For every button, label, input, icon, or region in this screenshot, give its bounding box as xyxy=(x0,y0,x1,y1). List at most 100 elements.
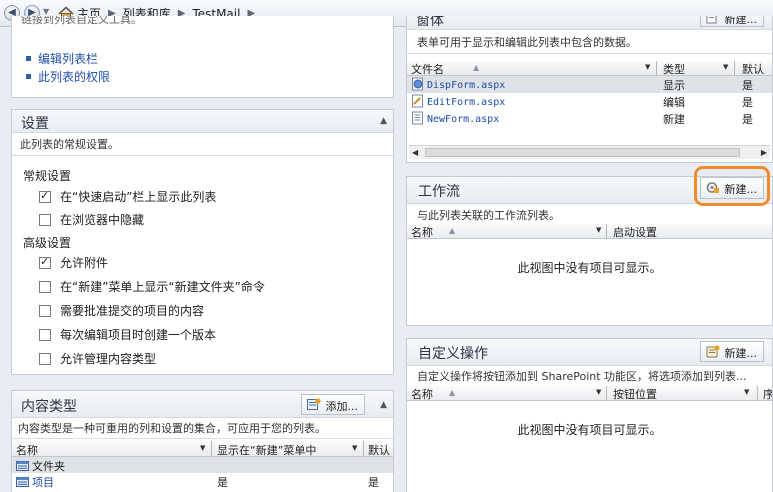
option-label: 在“快速启动”栏上显示此列表 xyxy=(60,190,217,204)
option-hide-browser[interactable]: 在浏览器中隐藏 xyxy=(39,211,144,228)
table-row[interactable]: EditForm.aspx 编辑 是 xyxy=(407,93,772,110)
column-dropdown-icon[interactable]: ▼ xyxy=(744,388,749,396)
option-label: 每次编辑项目时创建一个版本 xyxy=(60,328,217,342)
content-type-cell[interactable]: 项目 xyxy=(16,474,54,490)
sort-icon: ▲ xyxy=(473,63,480,72)
column-dropdown-icon[interactable]: ▼ xyxy=(352,444,357,452)
file-name: DispForm.aspx xyxy=(427,80,506,91)
column-separator xyxy=(211,441,212,456)
new-form-button[interactable]: 新建... xyxy=(699,16,764,27)
content-types-panel: 内容类型 添加... ▲ 内容类型是一种可重用的列和设置的集合，可应用于您的列表… xyxy=(11,390,394,492)
column-shown-in-new-menu[interactable]: 显示在“新建”菜单中 xyxy=(217,442,316,458)
option-show-quick-launch[interactable]: 在“快速启动”栏上显示此列表 xyxy=(39,188,216,205)
column-separator xyxy=(656,61,657,76)
column-dropdown-icon[interactable]: ▼ xyxy=(200,444,205,452)
add-content-type-button[interactable]: 添加... xyxy=(300,394,365,415)
file-cell[interactable]: NewForm.aspx xyxy=(411,111,499,125)
horizontal-scrollbar[interactable]: ◀ ▶ xyxy=(409,145,770,159)
collapse-icon[interactable]: ▲ xyxy=(380,116,387,126)
file-name: EditForm.aspx xyxy=(427,97,506,108)
workflow-grid: 名称 ▲ ▼ 启动设置 xyxy=(407,224,772,239)
list-permissions-link[interactable]: 此列表的权限 xyxy=(26,68,110,85)
advanced-settings-label: 高级设置 xyxy=(23,236,72,250)
column-separator xyxy=(606,386,607,401)
grid-header: 名称 ▼ 显示在“新建”菜单中 ▼ 默认 xyxy=(12,441,393,457)
default-cell: 是 xyxy=(742,113,753,126)
edit-columns-link[interactable]: 编辑列表栏 xyxy=(26,50,98,67)
option-label: 允许管理内容类型 xyxy=(60,352,157,366)
file-icon xyxy=(412,77,423,91)
column-button-location[interactable]: 按钮位置 xyxy=(613,386,657,402)
history-dropdown-icon[interactable]: ▼ xyxy=(43,7,49,16)
checkbox[interactable] xyxy=(39,189,51,203)
file-icon xyxy=(412,111,423,125)
grid-header: 文件名 ▲ ▼ 类型 ▼ 默认 xyxy=(407,61,772,76)
table-row[interactable]: 文件夹 xyxy=(12,457,393,473)
option-require-approval[interactable]: 需要批准提交的项目的内容 xyxy=(39,302,204,319)
checkbox[interactable] xyxy=(39,304,51,317)
checkbox[interactable] xyxy=(39,352,51,365)
option-label: 需要批准提交的项目的内容 xyxy=(60,304,205,318)
option-create-version[interactable]: 每次编辑项目时创建一个版本 xyxy=(39,326,216,343)
edit-columns-label: 编辑列表栏 xyxy=(38,52,99,66)
empty-view-message: 此视图中没有项目可显示。 xyxy=(517,261,662,275)
content-types-title: 内容类型 xyxy=(21,399,77,415)
column-filename[interactable]: 文件名 xyxy=(411,61,444,77)
scroll-right-icon[interactable]: ▶ xyxy=(761,148,767,157)
new-custom-action-button[interactable]: 新建... xyxy=(699,341,764,362)
column-default[interactable]: 默认 xyxy=(368,442,390,458)
list-permissions-label: 此列表的权限 xyxy=(38,70,111,84)
custom-actions-header: 自定义操作 新建... xyxy=(407,339,772,366)
new-workflow-highlight xyxy=(694,166,770,206)
column-name[interactable]: 名称 xyxy=(16,442,38,458)
checkbox[interactable] xyxy=(39,328,51,341)
column-separator xyxy=(734,61,735,76)
file-name: NewForm.aspx xyxy=(427,114,500,125)
custom-actions-description: 自定义操作将按钮添加到 SharePoint 功能区，将选项添加到列表... xyxy=(407,366,772,387)
checkbox[interactable] xyxy=(39,255,51,269)
column-dropdown-icon[interactable]: ▼ xyxy=(596,226,601,234)
column-start-settings[interactable]: 启动设置 xyxy=(613,224,657,240)
content-types-description: 内容类型是一种可重用的列和设置的集合，可应用于您的列表。 xyxy=(12,418,393,439)
table-row[interactable]: DispForm.aspx 显示 是 xyxy=(407,76,772,93)
column-separator xyxy=(606,224,607,239)
type-cell: 显示 xyxy=(663,79,685,92)
forms-description: 表单可用于显示和编辑此列表中包含的数据。 xyxy=(407,30,772,54)
checkbox[interactable] xyxy=(39,280,51,293)
settings-header: 设置 ▲ xyxy=(12,110,393,133)
collapse-icon[interactable]: ▲ xyxy=(380,400,387,410)
bullet-icon xyxy=(26,74,31,79)
column-name[interactable]: 名称 xyxy=(411,224,433,240)
new-label: 新建... xyxy=(724,347,758,360)
option-new-folder-command[interactable]: 在“新建”菜单上显示“新建文件夹”命令 xyxy=(39,278,265,295)
checkbox[interactable] xyxy=(39,213,51,226)
empty-view-message: 此视图中没有项目可显示。 xyxy=(517,423,662,437)
column-name[interactable]: 名称 xyxy=(411,386,433,402)
column-dropdown-icon[interactable]: ▼ xyxy=(645,63,650,71)
column-separator xyxy=(757,386,758,401)
add-icon xyxy=(306,398,321,410)
column-default[interactable]: 默认 xyxy=(742,61,764,77)
settings-panel: 设置 ▲ 此列表的常规设置。 常规设置 在“快速启动”栏上显示此列表 在浏览器中… xyxy=(11,109,394,375)
column-dropdown-icon[interactable]: ▼ xyxy=(723,63,728,71)
column-sequence[interactable]: 序 xyxy=(763,386,772,402)
file-cell[interactable]: EditForm.aspx xyxy=(411,94,505,108)
table-row[interactable]: 项目 是 是 xyxy=(12,473,393,489)
file-cell[interactable]: DispForm.aspx xyxy=(411,77,505,91)
column-type[interactable]: 类型 xyxy=(663,61,685,77)
content-type-name: 文件夹 xyxy=(32,460,65,473)
bullet-icon xyxy=(26,56,31,61)
custom-actions-panel: 自定义操作 新建... 自定义操作将按钮添加到 SharePoint 功能区，将… xyxy=(406,338,773,492)
general-settings-label: 常规设置 xyxy=(23,169,72,183)
scroll-left-icon[interactable]: ◀ xyxy=(412,148,418,157)
option-manage-content-types[interactable]: 允许管理内容类型 xyxy=(39,350,156,367)
content-type-icon xyxy=(16,461,29,471)
table-row[interactable]: NewForm.aspx 新建 是 xyxy=(407,110,772,127)
content-type-cell: 文件夹 xyxy=(16,458,65,474)
content-type-name: 项目 xyxy=(32,476,54,489)
column-dropdown-icon[interactable]: ▼ xyxy=(596,388,601,396)
option-allow-attachments[interactable]: 允许附件 xyxy=(39,254,108,271)
scroll-thumb[interactable] xyxy=(425,148,740,157)
content-type-icon xyxy=(16,477,29,487)
sort-icon: ▲ xyxy=(449,388,456,397)
